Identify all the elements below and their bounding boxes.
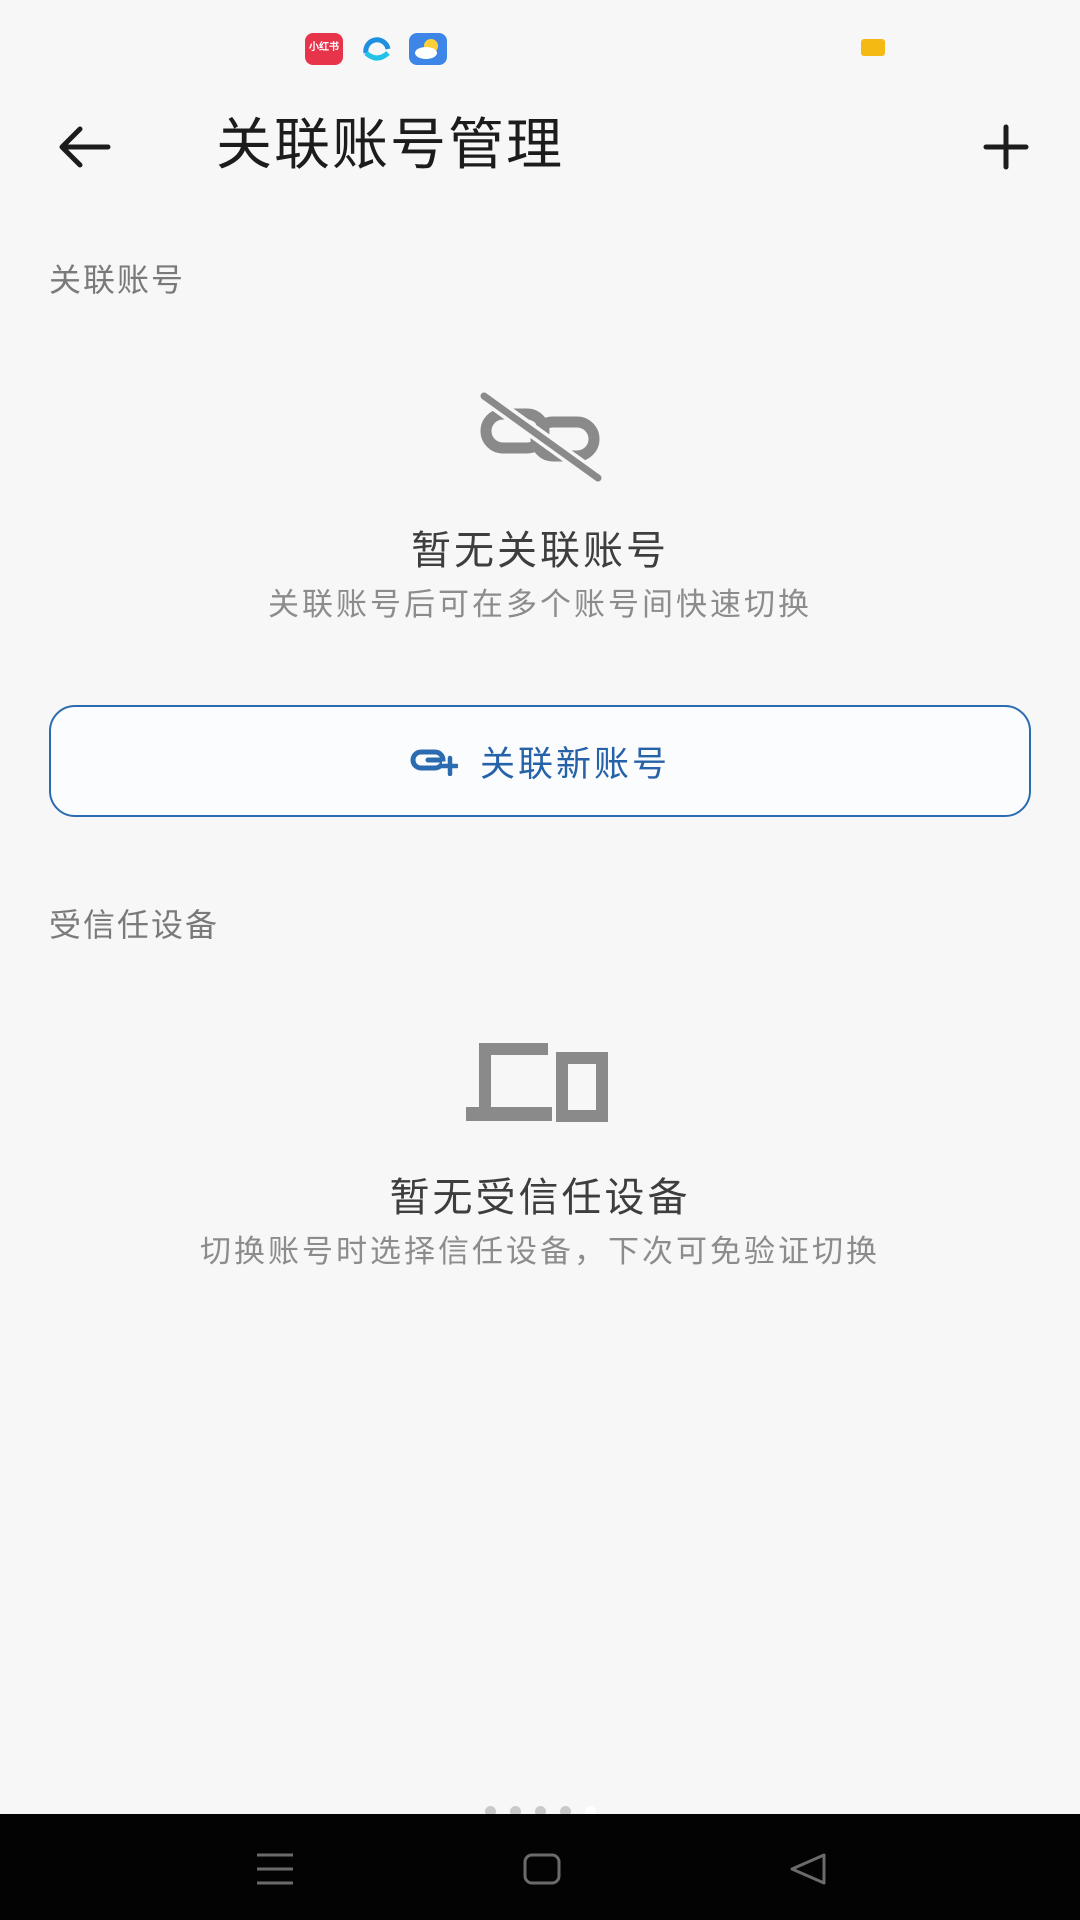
linked-accounts-section-label: 关联账号	[49, 261, 186, 299]
weather-app-icon	[409, 33, 447, 65]
back-triangle-icon	[790, 1853, 826, 1885]
link-new-account-label: 关联新账号	[479, 744, 670, 785]
trusted-devices-section-label: 受信任设备	[49, 906, 220, 944]
plus-icon	[983, 124, 1029, 170]
xiaohongshu-app-icon: 小红书	[305, 33, 343, 65]
unlink-icon	[478, 390, 603, 486]
menu-icon	[257, 1853, 293, 1885]
linked-accounts-empty-desc: 关联账号后可在多个账号间快速切换	[268, 587, 812, 623]
link-add-icon	[410, 749, 458, 776]
system-nav-bar	[0, 1814, 1080, 1920]
back-button[interactable]	[48, 116, 120, 178]
xiaohongshu-label: 小红书	[309, 42, 339, 53]
trusted-devices-empty-title: 暂无受信任设备	[389, 1175, 691, 1221]
home-icon	[523, 1853, 561, 1885]
trusted-devices-empty-desc: 切换账号时选择信任设备，下次可免验证切换	[200, 1234, 880, 1270]
app-header: 关联账号管理	[0, 96, 1080, 196]
menu-button[interactable]	[247, 1844, 303, 1894]
arrow-left-icon	[59, 126, 111, 168]
linked-accounts-empty-title: 暂无关联账号	[411, 528, 669, 574]
nav-back-button[interactable]	[780, 1844, 836, 1894]
browser-app-icon	[358, 33, 396, 65]
battery-icon	[861, 39, 885, 56]
devices-icon	[466, 1043, 614, 1129]
add-button[interactable]	[970, 116, 1042, 178]
link-new-account-button[interactable]: 关联新账号	[49, 705, 1031, 817]
status-bar: 小红书	[0, 0, 1080, 96]
screen: 小红书 关联账号管理 关联账号 暂无关联账号 关联账号后可在多个账号间快速切换 …	[0, 0, 1080, 1920]
home-button[interactable]	[514, 1844, 570, 1894]
page-title: 关联账号管理	[216, 113, 564, 178]
